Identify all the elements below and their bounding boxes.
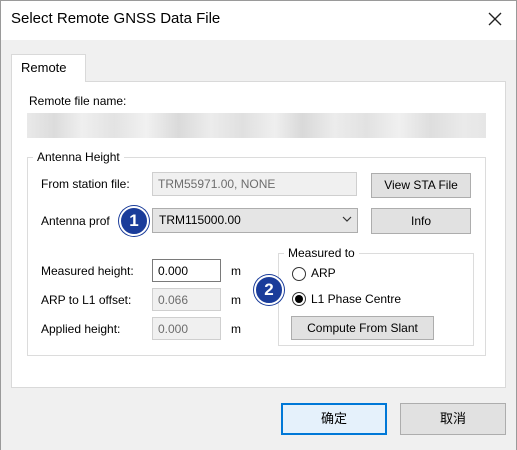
remote-file-name-value	[27, 113, 486, 138]
info-button[interactable]: Info	[371, 208, 471, 234]
radio-selected-dot	[295, 295, 303, 303]
arp-l1-offset-unit: m	[231, 293, 241, 307]
antenna-profile-label: Antenna prof	[41, 214, 110, 228]
arp-l1-offset-field: 0.066	[152, 288, 221, 311]
applied-height-field: 0.000	[152, 317, 221, 340]
antenna-height-group-title: Antenna Height	[33, 150, 124, 164]
radio-l1-phase-centre[interactable]	[292, 292, 306, 306]
antenna-profile-select[interactable]: TRM115000.00	[152, 208, 358, 233]
radio-l1-phase-centre-label[interactable]: L1 Phase Centre	[311, 292, 401, 306]
window-title: Select Remote GNSS Data File	[11, 10, 221, 27]
annotation-badge-1: 1	[119, 206, 149, 236]
window-border-left	[0, 40, 1, 450]
radio-arp-label[interactable]: ARP	[311, 266, 336, 280]
remote-file-name-label: Remote file name:	[29, 94, 127, 108]
from-station-file-label: From station file:	[41, 177, 130, 191]
view-sta-file-button[interactable]: View STA File	[371, 173, 471, 198]
chevron-down-icon	[342, 216, 352, 222]
measured-height-input[interactable]: 0.000	[152, 259, 221, 282]
radio-arp[interactable]	[292, 267, 306, 281]
applied-height-unit: m	[231, 322, 241, 336]
cancel-button[interactable]: 取消	[400, 403, 506, 435]
measured-to-group-title: Measured to	[284, 246, 359, 260]
compute-from-slant-button[interactable]: Compute From Slant	[291, 316, 434, 340]
arp-l1-offset-label: ARP to L1 offset:	[41, 293, 132, 307]
ok-button[interactable]: 确定	[281, 403, 387, 435]
from-station-file-field: TRM55971.00, NONE	[152, 172, 357, 196]
applied-height-label: Applied height:	[41, 322, 121, 336]
close-icon[interactable]	[484, 8, 506, 30]
measured-height-label: Measured height:	[41, 264, 134, 278]
annotation-badge-2: 2	[254, 275, 284, 305]
tab-remote[interactable]: Remote	[11, 54, 86, 82]
measured-height-unit: m	[231, 264, 241, 278]
